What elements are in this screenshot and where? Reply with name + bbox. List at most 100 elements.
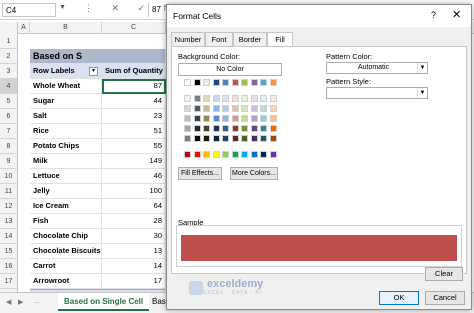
row-labels-header[interactable]: Row Labels ▼	[30, 64, 102, 79]
pattern-color-select[interactable]: Automatic ▼	[326, 62, 428, 74]
row-label-cell[interactable]: Milk	[30, 154, 102, 169]
theme-tint-swatch[interactable]	[231, 135, 239, 142]
select-all-corner[interactable]	[0, 22, 18, 34]
theme-tint-swatch[interactable]	[269, 95, 277, 102]
theme-tint-swatch[interactable]	[203, 135, 210, 142]
theme-color-swatch[interactable]	[212, 79, 220, 86]
value-cell[interactable]: 30	[102, 229, 166, 244]
row-header[interactable]: 17	[0, 274, 18, 289]
theme-color-swatch[interactable]	[203, 79, 210, 86]
column-header-c[interactable]: C	[102, 22, 166, 34]
row-label-cell[interactable]: Jelly	[30, 184, 102, 199]
standard-color-swatch[interactable]	[260, 151, 267, 158]
filter-dropdown-icon[interactable]: ▼	[89, 67, 98, 76]
theme-color-swatch[interactable]	[269, 79, 277, 86]
row-header[interactable]: 12	[0, 199, 18, 214]
theme-tint-swatch[interactable]	[193, 95, 201, 102]
row-header[interactable]: 4	[0, 79, 18, 94]
row-header[interactable]: 6	[0, 109, 18, 124]
theme-color-swatch[interactable]	[222, 79, 229, 86]
theme-tint-swatch[interactable]	[203, 115, 210, 122]
theme-tint-swatch[interactable]	[222, 135, 229, 142]
theme-tint-swatch[interactable]	[212, 115, 220, 122]
value-cell[interactable]: 149	[102, 154, 166, 169]
theme-tint-swatch[interactable]	[203, 105, 210, 112]
theme-tint-swatch[interactable]	[260, 115, 267, 122]
theme-tint-swatch[interactable]	[241, 125, 248, 132]
theme-tint-swatch[interactable]	[212, 125, 220, 132]
pattern-style-select[interactable]: ▼	[326, 87, 428, 99]
theme-tint-swatch[interactable]	[250, 105, 258, 112]
value-cell[interactable]: 87	[102, 79, 166, 94]
name-box-dropdown-icon[interactable]: ▼	[59, 4, 66, 11]
row-label-cell[interactable]: Rice	[30, 124, 102, 139]
value-cell[interactable]: 46	[102, 169, 166, 184]
theme-tint-swatch[interactable]	[269, 115, 277, 122]
row-header[interactable]: 11	[0, 184, 18, 199]
standard-color-swatch[interactable]	[231, 151, 239, 158]
row-label-cell[interactable]: Whole Wheat	[30, 79, 102, 94]
theme-tint-swatch[interactable]	[184, 125, 191, 132]
row-label-cell[interactable]: Salt	[30, 109, 102, 124]
tab-fill[interactable]: Fill	[267, 32, 293, 47]
theme-tint-swatch[interactable]	[260, 105, 267, 112]
theme-tint-swatch[interactable]	[222, 115, 229, 122]
theme-color-swatch[interactable]	[193, 79, 201, 86]
standard-color-swatch[interactable]	[250, 151, 258, 158]
pivot-title-cell[interactable]: Based on S	[30, 49, 166, 64]
row-label-cell[interactable]: Sugar	[30, 94, 102, 109]
column-header-b[interactable]: B	[30, 22, 102, 34]
row-header[interactable]: 14	[0, 229, 18, 244]
row-header[interactable]: 13	[0, 214, 18, 229]
standard-color-swatch[interactable]	[184, 151, 191, 158]
row-label-cell[interactable]: Carrot	[30, 259, 102, 274]
name-box[interactable]: C4	[2, 3, 56, 17]
cancel-button[interactable]: Cancel	[425, 291, 465, 305]
theme-tint-swatch[interactable]	[269, 105, 277, 112]
standard-color-swatch[interactable]	[269, 151, 277, 158]
prev-sheet-icon[interactable]: ◀	[6, 298, 11, 306]
theme-tint-swatch[interactable]	[184, 115, 191, 122]
row-label-cell[interactable]: Lettuce	[30, 169, 102, 184]
theme-tint-swatch[interactable]	[193, 115, 201, 122]
theme-tint-swatch[interactable]	[250, 115, 258, 122]
close-icon[interactable]: ✕	[452, 8, 461, 21]
more-colors-button[interactable]: More Colors...	[230, 167, 278, 180]
theme-color-swatch[interactable]	[184, 79, 191, 86]
tab-number[interactable]: Number	[171, 32, 205, 46]
fill-effects-button[interactable]: Fill Effects...	[178, 167, 222, 180]
row-header[interactable]: 2	[0, 49, 18, 64]
theme-tint-swatch[interactable]	[241, 95, 248, 102]
standard-color-swatch[interactable]	[222, 151, 229, 158]
more-sheets-icon[interactable]: ...	[34, 298, 40, 305]
help-icon[interactable]: ?	[431, 10, 436, 20]
theme-tint-swatch[interactable]	[231, 125, 239, 132]
value-cell[interactable]: 51	[102, 124, 166, 139]
theme-tint-swatch[interactable]	[212, 95, 220, 102]
value-cell[interactable]: 55	[102, 139, 166, 154]
standard-color-swatch[interactable]	[193, 151, 201, 158]
value-cell[interactable]: 14	[102, 259, 166, 274]
theme-color-swatch[interactable]	[260, 79, 267, 86]
value-cell[interactable]: 100	[102, 184, 166, 199]
row-header[interactable]: 5	[0, 94, 18, 109]
theme-tint-swatch[interactable]	[250, 135, 258, 142]
theme-tint-swatch[interactable]	[184, 135, 191, 142]
row-label-cell[interactable]: Chocolate Chip	[30, 229, 102, 244]
row-header[interactable]: 10	[0, 169, 18, 184]
theme-tint-swatch[interactable]	[241, 115, 248, 122]
tab-font[interactable]: Font	[205, 32, 233, 46]
row-header[interactable]: 1	[0, 34, 18, 49]
sum-quantity-header[interactable]: Sum of Quantity	[102, 64, 166, 79]
theme-tint-swatch[interactable]	[231, 115, 239, 122]
theme-tint-swatch[interactable]	[203, 125, 210, 132]
row-header[interactable]: 16	[0, 259, 18, 274]
theme-tint-swatch[interactable]	[184, 105, 191, 112]
theme-tint-swatch[interactable]	[260, 125, 267, 132]
next-sheet-icon[interactable]: ▶	[18, 298, 23, 306]
theme-tint-swatch[interactable]	[269, 125, 277, 132]
theme-tint-swatch[interactable]	[193, 125, 201, 132]
standard-color-swatch[interactable]	[241, 151, 248, 158]
theme-tint-swatch[interactable]	[241, 135, 248, 142]
ok-button[interactable]: OK	[379, 291, 419, 305]
